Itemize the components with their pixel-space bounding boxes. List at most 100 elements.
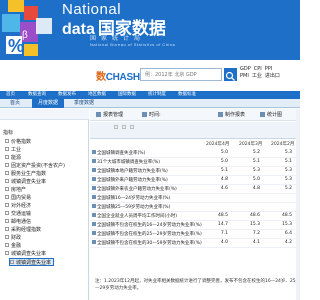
row-label-text: 全国城镇本地户籍劳动力失业率(%) [97,169,168,174]
indicator-icon [92,204,96,208]
quick-link-trade[interactable]: 进出口 [265,73,280,80]
indicator-icon [92,159,96,163]
table-icon [218,111,223,117]
indicator-icon [92,195,96,199]
table-row[interactable]: 31个大城市城镇调查失业率(%) 5.0 5.1 5.1 [90,158,300,167]
table-row[interactable]: 全国城镇外来农业户籍劳动力失业率(%) 4.6 4.8 5.2 [90,185,300,194]
column-header[interactable]: 2024年3月 [239,141,262,147]
cell-value: 48.5 [217,213,228,218]
sidebar-item-finance[interactable]: 财政 [5,234,21,242]
sidebar-item-industry[interactable]: 工业 [5,146,21,154]
sidebar-item-transport[interactable]: 交通运输 [5,210,31,218]
table-row[interactable]: 全国城镇16—24岁劳动力失业率(%) [90,194,300,203]
table-row[interactable]: 全国城镇不包含在校生的16—24岁劳动力失业率(%) 14.7 15.3 15.3 [90,221,300,230]
row-label-text: 全国城镇调查失业率(%) [97,151,146,156]
tab-monthly[interactable]: 月度数据 [32,99,64,108]
make-report-button[interactable]: 制作报表 [218,111,245,119]
filter-icon[interactable] [122,125,126,129]
folder-icon [5,187,9,191]
row-label: 全国城镇外来农业户籍劳动力失业率(%) [92,186,177,192]
cell-value: 5.3 [284,177,292,182]
cell-value: 5.2 [252,150,260,155]
tab-home[interactable]: 首页 [4,99,26,108]
indicator-icon [92,240,96,244]
sidebar-item-energy[interactable]: 能源 [5,154,21,162]
sidebar-item-label: 固定资产投资(不含农户) [11,163,65,169]
tab-quarterly[interactable]: 季度数据 [68,99,100,108]
settings-icon[interactable] [130,125,134,129]
table-row[interactable]: 全国城镇不包含在校生的30—59岁劳动力失业率(%) 4.0 4.1 4.2 [90,239,300,248]
nav-home[interactable]: 首页 [6,91,15,99]
chart-button[interactable]: 统计图 [260,111,282,119]
quick-link-cpi[interactable]: CPI [254,66,262,73]
vertical-scrollbar[interactable] [296,109,300,300]
sidebar-item-telecom[interactable]: 邮电通信 [5,218,31,226]
sidebar-item-trade[interactable]: 国内贸易 [5,194,31,202]
cell-value: 5.1 [252,159,260,164]
row-label-text: 31个大城市城镇调查失业率(%) [97,160,161,165]
sidebar-item-banking[interactable]: 金融 [5,242,21,250]
folder-icon [5,171,9,175]
cell-value: 7.2 [252,231,260,236]
sidebar-item-label: 采购经理指数 [11,227,42,233]
column-header[interactable]: 2024年2月 [271,141,294,147]
quick-link-gdp[interactable]: GDP [240,66,251,73]
nav-regional[interactable]: 地区数据 [88,91,106,99]
folder-icon [5,203,9,207]
svg-text:β: β [22,30,28,41]
sidebar-item-selected[interactable]: 城镇调查失业率 [9,258,55,266]
sidebar-item-unemployment-open[interactable]: 城镇调查失业率 [5,250,46,258]
nav-international[interactable]: 国际数据 [118,91,136,99]
search-logo-a: 数 [96,72,106,83]
search-button[interactable] [224,68,237,81]
brand-sub-en: National Bureau of Statistics of China [90,42,176,47]
folder-icon [5,147,9,151]
table-row[interactable]: 全国城镇本地户籍劳动力失业率(%) 5.1 5.3 5.3 [90,167,300,176]
quick-link-ppi[interactable]: PPI [265,66,273,73]
search-input[interactable] [145,69,219,80]
time-selector[interactable]: 时间: [142,111,161,119]
report-manage-button[interactable]: 报表管理 [96,111,123,119]
sidebar-item-label: 城镇调查失业率 [11,251,47,257]
sidebar-item-pmi[interactable]: 采购经理指数 [5,226,41,234]
cell-value: 48.6 [249,213,260,218]
table-row[interactable]: 全国城镇25—59岁劳动力失业率(%) [90,203,300,212]
row-label: 31个大城市城镇调查失业率(%) [92,159,160,165]
sidebar-item-services[interactable]: 服务业生产指数 [5,170,46,178]
column-header[interactable]: 2024年4月 [206,141,229,147]
sidebar-item-investment[interactable]: 固定资产投资(不含农户) [5,162,65,170]
toolbar-label: 时间: [149,112,161,118]
cell-value: 5.0 [220,159,228,164]
nav-system[interactable]: 统计制度 [148,91,166,99]
sidebar-item-price[interactable]: 价格指数 [5,138,31,146]
nav-query[interactable]: 数据查询 [28,91,46,99]
row-label: 全国城镇16—24岁劳动力失业率(%) [92,195,170,201]
sidebar-item-foreign[interactable]: 对外经济 [5,202,31,210]
table-row[interactable]: 全国企业就业人员周平均工作时间(小时) 48.5 48.6 48.5 [90,212,300,221]
sidebar-item-label: 财政 [11,235,22,241]
sidebar-item-realestate[interactable]: 房地产 [5,186,26,194]
folder-icon [5,179,9,183]
table-row[interactable]: 全国城镇调查失业率(%) 5.0 5.2 5.3 [90,149,300,158]
table-note: 注：1.2023年12月起，对失业率相关数据统计进行了调整完善，发布不包含在校生… [95,279,296,291]
quick-link-pmi[interactable]: PMI [240,73,249,80]
table-row[interactable]: 全国城镇外来户籍劳动力失业率(%) 4.8 5.0 5.3 [90,176,300,185]
cell-value: 4.0 [220,240,228,245]
row-label-text: 全国城镇不包含在校生的25—29岁劳动力失业率(%) [97,232,202,237]
sidebar-item-unemployment[interactable]: 城镇调查失业率 [5,178,46,186]
cell-value: 5.3 [284,168,292,173]
nav-release[interactable]: 数据发布 [58,91,76,99]
table-row[interactable]: 全国城镇不包含在校生的25—29岁劳动力失业率(%) 7.1 7.2 6.4 [90,230,300,239]
sidebar-item-label: 交通运输 [11,211,32,217]
quick-link-industry[interactable]: 工业 [252,73,262,80]
folder-icon [5,227,9,231]
row-label: 全国企业就业人员周平均工作时间(小时) [92,213,177,219]
nav-standard[interactable]: 数据标准 [178,91,196,99]
quick-links: GDP CPI PPI PMI 工业 进出口 [240,66,300,80]
cell-value: 4.1 [252,240,260,245]
sidebar-item-label: 金融 [11,243,22,249]
folder-icon [5,155,9,159]
folder-icon [5,211,9,215]
sort-icon[interactable] [114,125,118,129]
cell-value: 5.1 [220,168,228,173]
